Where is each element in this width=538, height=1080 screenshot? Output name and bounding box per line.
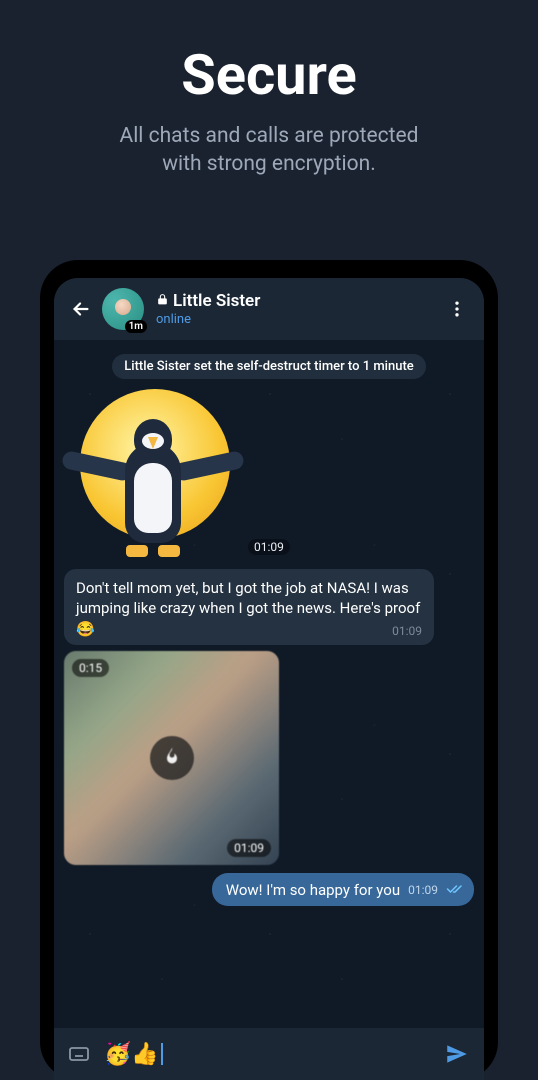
text-cursor <box>161 1043 163 1065</box>
self-destruct-media-button[interactable] <box>150 736 194 780</box>
keyboard-toggle-button[interactable] <box>64 1039 94 1069</box>
compose-input[interactable]: 🥳👍 <box>104 1042 163 1067</box>
hero-sub-line1: All chats and calls are protected <box>120 124 419 148</box>
laugh-emoji: 😂 <box>76 619 95 639</box>
fire-icon <box>162 746 182 770</box>
contact-avatar[interactable]: 1m <box>102 288 144 330</box>
screen: 1m Little Sister online Little Sister se… <box>54 278 484 1080</box>
chat-body[interactable]: Little Sister set the self-destruct time… <box>54 340 484 1028</box>
back-button[interactable] <box>64 292 98 326</box>
read-checks-icon <box>446 881 464 899</box>
out-message-text: Wow! I'm so happy for you <box>226 881 400 899</box>
sticker-message: 01:09 <box>64 389 474 559</box>
hero-sub-line2: with strong encryption. <box>162 152 376 176</box>
contact-name-text: Little Sister <box>173 291 260 311</box>
incoming-text-message[interactable]: Don't tell mom yet, but I got the job at… <box>64 569 434 645</box>
phone-frame: 1m Little Sister online Little Sister se… <box>40 260 498 1080</box>
sticker-timestamp: 01:09 <box>248 539 290 555</box>
out-message-timestamp: 01:09 <box>408 883 438 897</box>
contact-info[interactable]: Little Sister online <box>156 291 440 327</box>
outgoing-text-message[interactable]: Wow! I'm so happy for you 01:09 <box>212 873 474 906</box>
compose-emoji-content: 🥳👍 <box>104 1042 159 1067</box>
incoming-media-message[interactable]: 0:15 01:09 <box>64 651 279 865</box>
hero-title: Secure <box>0 42 538 108</box>
message-input-bar: 🥳👍 <box>54 1028 484 1080</box>
system-message: Little Sister set the self-destruct time… <box>112 354 425 379</box>
contact-status: online <box>156 312 440 327</box>
message-text: Don't tell mom yet, but I got the job at… <box>76 579 420 617</box>
self-destruct-badge: 1m <box>125 320 147 333</box>
penguin-sticker[interactable] <box>68 389 238 559</box>
hero-subtitle: All chats and calls are protected with s… <box>0 122 538 179</box>
message-timestamp: 01:09 <box>392 623 422 639</box>
media-duration: 0:15 <box>72 659 109 677</box>
send-button[interactable] <box>440 1037 474 1071</box>
lock-icon <box>156 291 169 311</box>
chat-header: 1m Little Sister online <box>54 278 484 340</box>
contact-name: Little Sister <box>156 291 440 311</box>
more-options-button[interactable] <box>440 292 474 326</box>
media-timestamp: 01:09 <box>227 839 271 857</box>
